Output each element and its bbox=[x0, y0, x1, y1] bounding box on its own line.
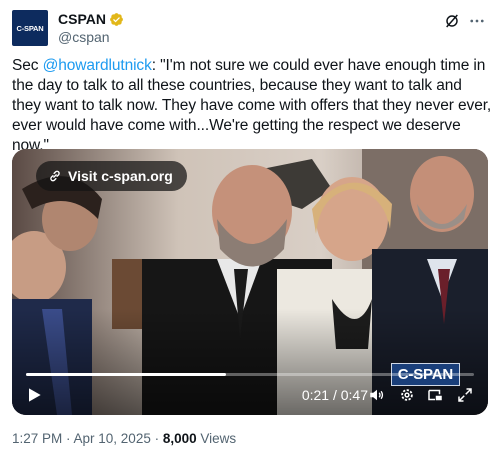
play-icon[interactable] bbox=[24, 385, 44, 405]
fullscreen-icon[interactable] bbox=[456, 386, 474, 404]
avatar[interactable]: C-SPAN bbox=[12, 10, 48, 46]
avatar-text: C-SPAN bbox=[16, 23, 44, 33]
time-display: 0:21 / 0:47 bbox=[301, 387, 368, 403]
handle[interactable]: @cspan bbox=[58, 29, 110, 45]
name-row: CSPAN bbox=[58, 11, 124, 27]
video-player[interactable]: Visit c-span.org C-SPAN 0:21 / 0:47 bbox=[12, 149, 488, 415]
display-name[interactable]: CSPAN bbox=[58, 11, 106, 27]
tweet-prefix: Sec bbox=[12, 57, 43, 74]
meta-separator: · bbox=[150, 431, 163, 446]
tweet-meta: 1:27 PM · Apr 10, 2025 · 8,000 Views bbox=[12, 431, 236, 446]
mention-link[interactable]: @howardlutnick bbox=[43, 57, 152, 74]
views-count: 8,000 bbox=[162, 431, 197, 446]
tweet-header: C-SPAN CSPAN @cspan bbox=[12, 8, 488, 48]
views-label: Views bbox=[196, 431, 237, 446]
visit-link-button[interactable]: Visit c-span.org bbox=[36, 161, 187, 191]
verified-badge-icon bbox=[110, 12, 123, 26]
volume-icon[interactable] bbox=[368, 386, 386, 404]
grok-icon[interactable] bbox=[444, 13, 460, 29]
visit-label: Visit c-span.org bbox=[68, 168, 173, 184]
tweet-text: Sec @howardlutnick: "I'm not sure we cou… bbox=[12, 56, 494, 156]
video-controls: 0:21 / 0:47 bbox=[12, 375, 488, 415]
picture-in-picture-icon[interactable] bbox=[426, 386, 444, 404]
more-icon[interactable] bbox=[468, 12, 486, 30]
link-icon bbox=[50, 170, 60, 182]
settings-icon[interactable] bbox=[398, 386, 416, 404]
timestamp[interactable]: 1:27 PM · Apr 10, 2025 bbox=[12, 431, 151, 446]
